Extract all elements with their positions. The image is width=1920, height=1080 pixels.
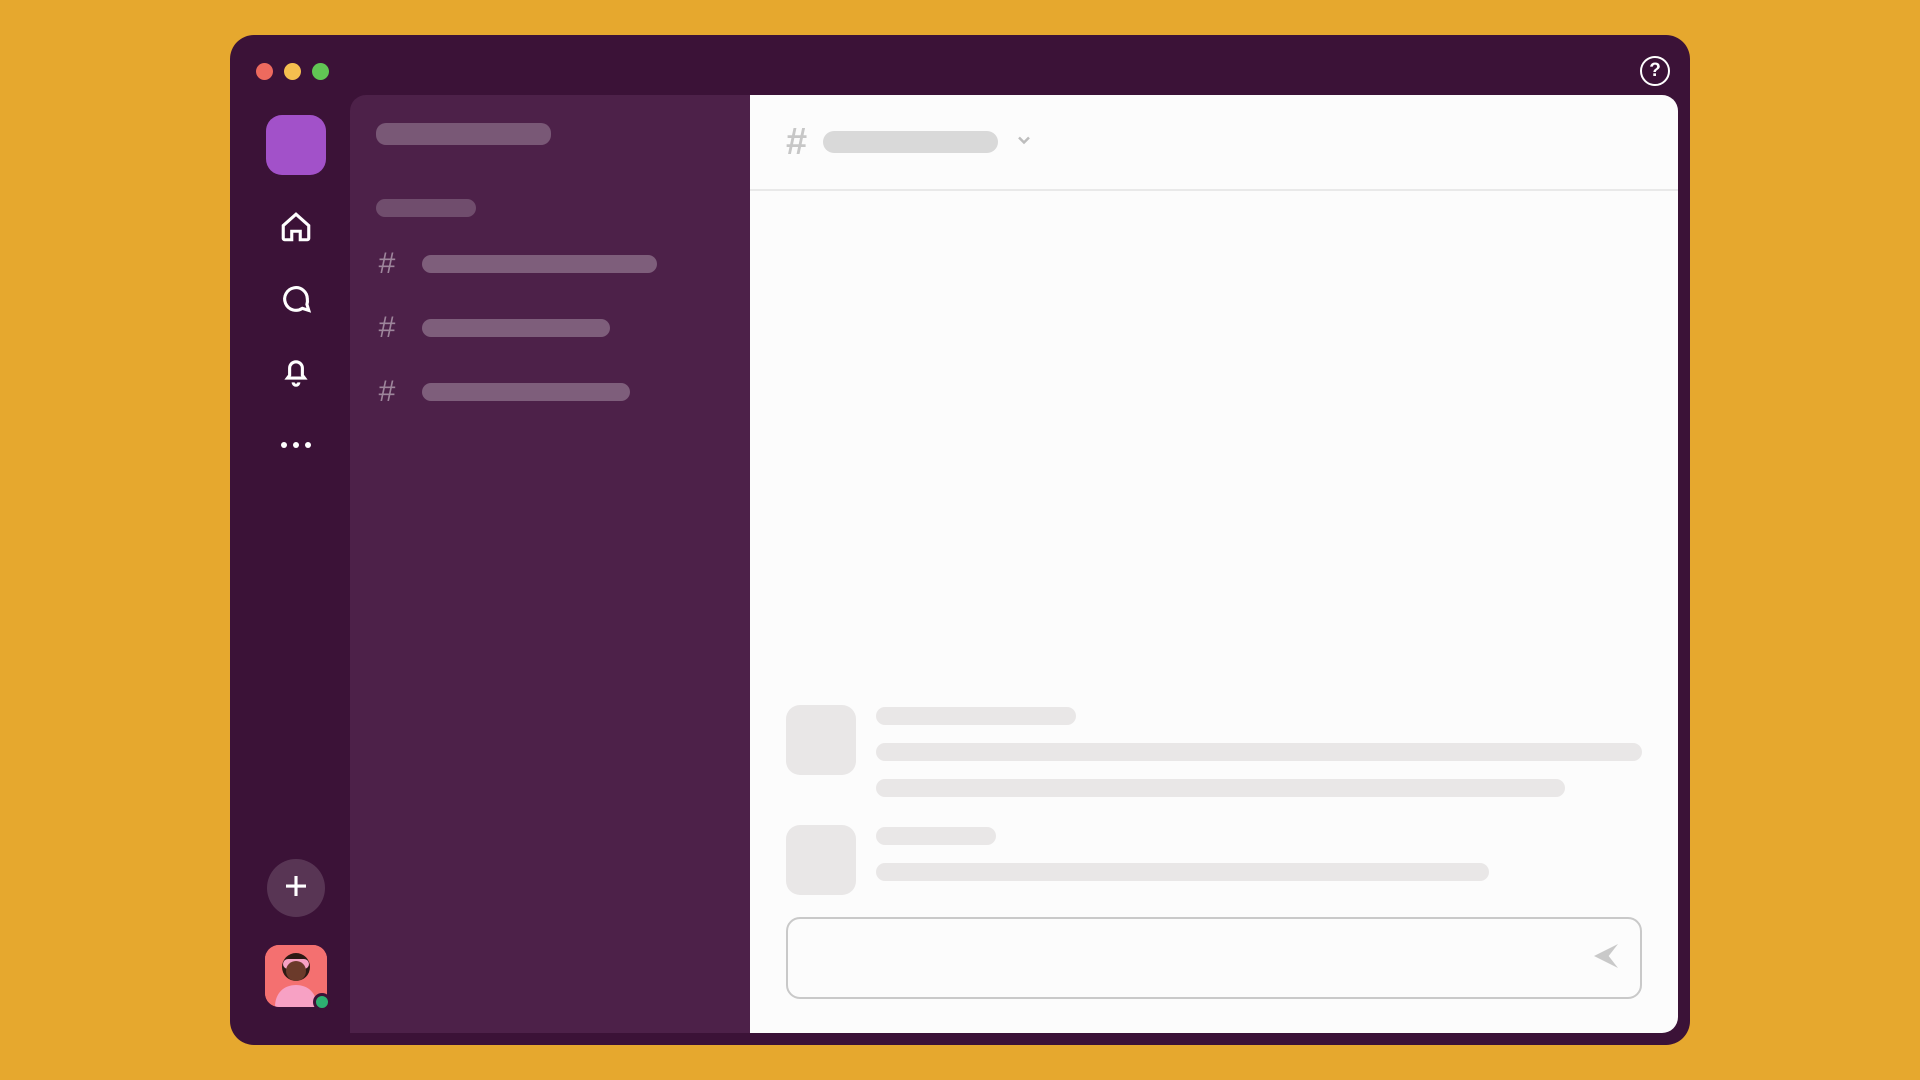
channel-item[interactable]: #: [376, 247, 724, 281]
rail-bottom: [265, 859, 327, 1033]
more-icon: [281, 442, 311, 448]
maximize-window-button[interactable]: [312, 63, 329, 80]
message-text-line: [876, 863, 1489, 881]
message-avatar[interactable]: [786, 825, 856, 895]
help-button[interactable]: ?: [1640, 56, 1670, 86]
channels-section-label[interactable]: [376, 199, 476, 217]
hash-icon: #: [786, 121, 807, 164]
help-icon: ?: [1649, 60, 1661, 82]
channel-name: [422, 319, 610, 337]
message-text-line: [876, 779, 1565, 797]
channel-sidebar: # # #: [350, 95, 750, 1033]
message-body: [876, 825, 1642, 895]
send-icon: [1590, 940, 1622, 977]
activity-nav[interactable]: [278, 355, 314, 391]
plus-icon: [281, 871, 311, 906]
channel-title: [823, 131, 998, 153]
workspace-switcher[interactable]: [266, 115, 326, 175]
more-nav[interactable]: [278, 427, 314, 463]
home-nav[interactable]: [278, 211, 314, 247]
create-new-button[interactable]: [267, 859, 325, 917]
composer-area: [750, 895, 1678, 1033]
message-composer[interactable]: [786, 917, 1642, 999]
channel-item[interactable]: #: [376, 375, 724, 409]
presence-indicator: [313, 993, 331, 1011]
message-avatar[interactable]: [786, 705, 856, 775]
hash-icon: #: [376, 247, 398, 281]
hash-icon: #: [376, 311, 398, 345]
minimize-window-button[interactable]: [284, 63, 301, 80]
channel-header[interactable]: #: [750, 95, 1678, 191]
message-list: [750, 191, 1678, 895]
message-author: [876, 707, 1076, 725]
message: [786, 825, 1642, 895]
channel-name: [422, 383, 630, 401]
message-body: [876, 705, 1642, 797]
app-body: # # # #: [242, 95, 1678, 1033]
titlebar: ?: [242, 47, 1678, 95]
main-pane: #: [750, 95, 1678, 1033]
channel-name: [422, 255, 657, 273]
message-text-line: [876, 743, 1642, 761]
workspace-name[interactable]: [376, 123, 551, 145]
send-button[interactable]: [1590, 940, 1622, 977]
left-rail: [242, 95, 350, 1033]
dms-nav[interactable]: [278, 283, 314, 319]
message: [786, 705, 1642, 797]
message-input[interactable]: [806, 919, 1590, 997]
window-controls: [256, 63, 329, 80]
chat-icon: [279, 282, 313, 321]
user-menu[interactable]: [265, 945, 327, 1007]
app-window: ?: [230, 35, 1690, 1045]
channel-item[interactable]: #: [376, 311, 724, 345]
hash-icon: #: [376, 375, 398, 409]
message-author: [876, 827, 996, 845]
bell-icon: [279, 354, 313, 393]
chevron-down-icon: [1014, 130, 1034, 155]
close-window-button[interactable]: [256, 63, 273, 80]
home-icon: [279, 210, 313, 249]
